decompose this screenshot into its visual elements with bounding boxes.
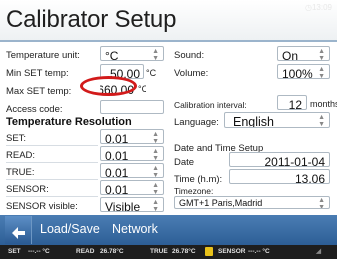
spinner-icon[interactable]: ▲ ▼ — [152, 165, 159, 177]
temperature-unit-label: Temperature unit: — [6, 50, 80, 61]
sound-select[interactable]: On ▲ ▼ — [277, 46, 330, 61]
time-label: Time (h.m): — [174, 174, 223, 185]
min-set-temp-unit: °C — [146, 68, 157, 78]
status-set-label: SET — [8, 248, 21, 255]
spinner-icon[interactable]: ▲ ▼ — [152, 199, 159, 211]
res-true-select[interactable]: 0.01 ▲ ▼ — [100, 163, 164, 178]
time-field[interactable]: 13.06 — [229, 169, 330, 184]
res-set-label: SET: — [6, 133, 27, 144]
spinner-icon[interactable]: ▲ ▼ — [152, 131, 159, 143]
spinner-icon[interactable]: ▲ ▼ — [152, 148, 159, 160]
res-sensor-label: SENSOR: — [6, 184, 49, 195]
status-bar: SET ---.-- °C READ 26.78°C TRUE 26.78°C … — [0, 245, 337, 259]
res-true-label: TRUE: — [6, 167, 35, 178]
status-sensor-label: SENSOR — [218, 248, 246, 255]
status-sensor-value: ---.-- °C — [248, 248, 270, 255]
status-true-value: 26.78°C — [172, 248, 196, 255]
res-set-select[interactable]: 0.01 ▲ ▼ — [100, 129, 164, 144]
access-code-field[interactable] — [100, 100, 164, 114]
back-arrow-icon — [12, 227, 25, 239]
calibration-interval-unit: months — [310, 99, 337, 109]
spinner-icon[interactable]: ▲ ▼ — [318, 197, 325, 208]
spinner-icon[interactable]: ▲ ▼ — [318, 48, 325, 60]
volume-select[interactable]: 100% ▲ ▼ — [277, 64, 330, 79]
access-code-label: Access code: — [6, 104, 63, 115]
res-sensor-select[interactable]: 0.01 ▲ ▼ — [100, 180, 164, 195]
divider — [6, 145, 98, 146]
highlight-ellipse — [80, 76, 137, 96]
signal-icon: ◢ — [316, 248, 321, 255]
timezone-select[interactable]: GMT+1 Paris,Madrid ▲ ▼ — [174, 196, 330, 209]
status-read-value: 26.78°C — [100, 248, 124, 255]
sensor-visible-select[interactable]: Visible ▲ ▼ — [100, 197, 164, 212]
max-set-temp-unit: °C — [138, 84, 146, 94]
divider — [6, 162, 98, 163]
clock-icon: ◷ — [304, 3, 312, 12]
spinner-icon[interactable]: ▲ ▼ — [318, 114, 325, 127]
spinner-icon[interactable]: ▲ ▼ — [318, 66, 325, 78]
page-title: Calibrator Setup — [6, 6, 177, 33]
sensor-visible-label: SENSOR visible: — [6, 201, 78, 212]
res-read-label: READ: — [6, 150, 36, 161]
status-set-value: ---.-- °C — [28, 248, 50, 255]
status-true-label: TRUE — [150, 248, 168, 255]
back-button[interactable] — [5, 216, 32, 244]
clock: ◷13:09 — [304, 3, 332, 12]
resolution-heading: Temperature Resolution — [6, 116, 132, 128]
res-read-select[interactable]: 0.01 ▲ ▼ — [100, 146, 164, 161]
date-label: Date — [174, 157, 195, 168]
temperature-unit-select[interactable]: °C ▲ ▼ — [100, 46, 164, 61]
divider — [6, 179, 98, 180]
load-save-button[interactable]: Load/Save — [40, 222, 100, 236]
network-button[interactable]: Network — [112, 222, 158, 236]
status-read-label: READ — [76, 248, 95, 255]
warning-icon — [205, 247, 213, 256]
calibration-interval-label: Calibration interval: — [174, 100, 247, 110]
timezone-label: Timezone: — [174, 186, 214, 196]
min-set-temp-label: Min SET temp: — [6, 68, 69, 79]
divider — [6, 196, 98, 197]
language-label: Language: — [174, 117, 219, 128]
sound-label: Sound: — [174, 50, 205, 61]
date-field[interactable]: 2011-01-04 — [229, 152, 330, 167]
language-select[interactable]: English ▲ ▼ — [224, 112, 330, 128]
spinner-icon[interactable]: ▲ ▼ — [152, 48, 159, 60]
max-set-temp-label: Max SET temp: — [6, 86, 72, 97]
volume-label: Volume: — [174, 68, 209, 79]
calibration-interval-field[interactable]: 12 — [277, 95, 307, 110]
spinner-icon[interactable]: ▲ ▼ — [152, 182, 159, 194]
